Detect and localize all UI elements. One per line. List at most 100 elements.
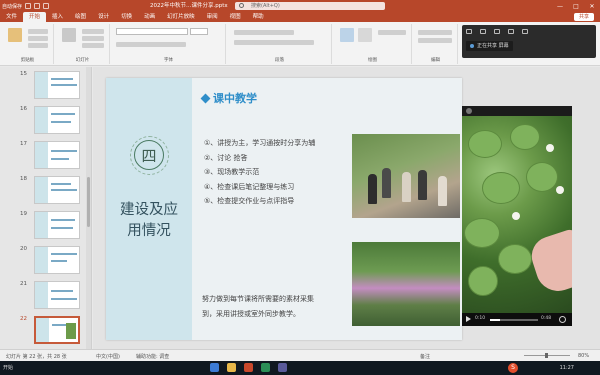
video-progress-bar[interactable]: [490, 319, 538, 321]
tab-home[interactable]: 开始: [23, 12, 47, 22]
tab-draw[interactable]: 绘图: [69, 12, 92, 22]
thumbnail-line: [51, 219, 75, 221]
slide-thumbnail[interactable]: [34, 211, 80, 239]
more-icon[interactable]: [522, 29, 528, 34]
layout-button[interactable]: [82, 29, 104, 34]
slide-count: 幻灯片 第 22 张，共 28 张: [6, 354, 67, 360]
person-figure: [382, 168, 391, 198]
slide-thumbnail[interactable]: [34, 281, 80, 309]
reset-button[interactable]: [82, 36, 104, 41]
cut-button[interactable]: [28, 29, 48, 34]
browser-icon[interactable]: [210, 363, 219, 372]
align-buttons[interactable]: [234, 40, 314, 45]
redo-icon[interactable]: [43, 3, 50, 9]
video-frame[interactable]: [462, 116, 572, 313]
clipboard-group: 剪贴板: [2, 24, 54, 64]
section-title: 建设及应 用情况: [106, 200, 192, 242]
sharing-indicator[interactable]: 正在共享 屏幕: [466, 41, 513, 51]
camera-icon[interactable]: [480, 29, 486, 34]
thumbnail-number: 20: [20, 246, 27, 252]
tab-design[interactable]: 设计: [92, 12, 115, 22]
tab-slideshow[interactable]: 幻灯片放映: [161, 12, 201, 22]
new-slide-icon[interactable]: [62, 28, 76, 42]
microphone-icon[interactable]: [466, 29, 472, 34]
status-bar: 幻灯片 第 22 张，共 28 张 中文(中国) 辅助功能: 调查 备注 80%: [0, 349, 600, 361]
thumbnail-side-band: [35, 72, 48, 98]
tab-insert[interactable]: 插入: [46, 12, 69, 22]
thumbnail-side-band: [35, 282, 48, 308]
slide-thumbnails-pane: 15 16 17 18 19 20 21 22: [0, 67, 92, 349]
slide-heading-text: 课中教学: [213, 92, 257, 105]
person-figure: [418, 170, 427, 200]
slide-thumbnail[interactable]: [34, 141, 80, 169]
slide-thumbnail[interactable]: [34, 246, 80, 274]
slide-thumbnail-selected[interactable]: [34, 316, 80, 344]
leaf-shape: [510, 124, 540, 150]
format-painter-button[interactable]: [28, 43, 48, 48]
diamond-bullet-icon: [200, 93, 211, 103]
find-button[interactable]: [418, 30, 452, 35]
zoom-level[interactable]: 80%: [578, 353, 589, 359]
thumbnail-line: [51, 158, 69, 160]
scrollbar-handle[interactable]: [87, 177, 90, 227]
paste-icon[interactable]: [8, 28, 22, 42]
embedded-video-player[interactable]: 0:10 0:48: [462, 106, 572, 326]
search-input[interactable]: 搜索(Alt+Q): [235, 2, 385, 10]
powerpoint-icon[interactable]: [244, 363, 253, 372]
list-buttons[interactable]: [234, 30, 294, 35]
font-family-select[interactable]: [116, 28, 188, 35]
video-top-bar: [462, 106, 572, 116]
leaf-shape: [498, 244, 532, 274]
clock[interactable]: 11:27: [560, 365, 574, 371]
meeting-app-icon[interactable]: [278, 363, 287, 372]
font-size-select[interactable]: [190, 28, 208, 35]
minimize-button[interactable]: —: [552, 0, 568, 12]
group-label: 幻灯片: [75, 58, 90, 63]
flower-shape: [546, 144, 554, 152]
copy-button[interactable]: [28, 36, 48, 41]
tab-file[interactable]: 文件: [0, 12, 23, 22]
input-method-icon[interactable]: S: [508, 363, 518, 373]
chat-app-icon[interactable]: [261, 363, 270, 372]
tab-transitions[interactable]: 切换: [115, 12, 138, 22]
thumbnail-side-band: [35, 212, 48, 238]
fullscreen-icon[interactable]: [559, 316, 566, 323]
accessibility-status[interactable]: 辅助功能: 调查: [136, 353, 169, 360]
autosave-label[interactable]: 自动保存: [2, 3, 22, 10]
participants-icon[interactable]: [508, 29, 514, 34]
tab-animations[interactable]: 动画: [138, 12, 161, 22]
leaf-shape: [526, 162, 558, 192]
thumbnail-side-band: [36, 318, 49, 342]
leaf-shape: [468, 130, 502, 158]
notes-button[interactable]: 备注: [420, 353, 430, 360]
close-button[interactable]: ✕: [584, 0, 600, 12]
section-button[interactable]: [82, 43, 104, 48]
save-icon[interactable]: [25, 3, 32, 9]
maximize-button[interactable]: □: [568, 0, 584, 12]
play-icon[interactable]: [466, 316, 471, 322]
shapes-icon[interactable]: [340, 28, 354, 42]
tab-view[interactable]: 视图: [224, 12, 247, 22]
undo-icon[interactable]: [34, 3, 41, 9]
replace-button[interactable]: [418, 38, 452, 43]
tab-help[interactable]: 帮助: [247, 12, 270, 22]
tab-review[interactable]: 审阅: [201, 12, 224, 22]
chat-icon[interactable]: [494, 29, 500, 34]
arrange-icon[interactable]: [358, 28, 372, 42]
thumbnails-scrollbar[interactable]: [86, 67, 91, 349]
start-button[interactable]: 开始: [3, 364, 13, 371]
slide-thumbnail[interactable]: [34, 71, 80, 99]
folder-icon[interactable]: [227, 363, 236, 372]
thumbnail-line: [51, 298, 77, 300]
slide-thumbnail[interactable]: [34, 106, 80, 134]
shape-fill-button[interactable]: [378, 30, 406, 35]
slide-canvas[interactable]: 四 建设及应 用情况 课中教学 ①、讲授为主，学习通按时分享为辅 ②、讨论 抢答…: [106, 78, 462, 340]
slide-thumbnail[interactable]: [34, 176, 80, 204]
title-bar: 自动保存 2022年中秋节…课件分享.pptx 搜索(Alt+Q) — □ ✕: [0, 0, 600, 12]
zoom-slider-handle[interactable]: [545, 353, 548, 358]
language-indicator[interactable]: 中文(中国): [96, 353, 120, 360]
font-format-buttons[interactable]: [116, 42, 186, 47]
thumbnail-number: 16: [20, 106, 27, 112]
group-label: 字体: [164, 58, 173, 63]
share-button[interactable]: 共享: [573, 13, 594, 21]
